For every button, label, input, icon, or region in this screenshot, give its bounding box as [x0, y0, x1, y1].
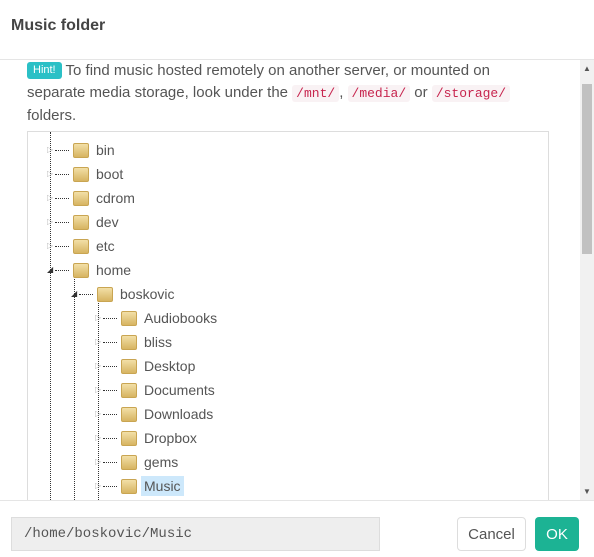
- collapse-icon[interactable]: ◢: [47, 266, 53, 274]
- tree-item[interactable]: ▷ Dropbox: [95, 426, 200, 450]
- tree-connector: [55, 269, 69, 271]
- folder-icon: [73, 238, 89, 254]
- expand-icon[interactable]: ▷: [95, 338, 101, 346]
- tree-connector: [103, 413, 117, 415]
- folder-icon: [97, 286, 113, 302]
- expand-icon[interactable]: ▷: [95, 362, 101, 370]
- tree-item-label: boot: [96, 166, 124, 182]
- expand-icon[interactable]: ▷: [95, 482, 101, 490]
- tree-item-label: Desktop: [144, 358, 196, 374]
- hint-text: Hint! To find music hosted remotely on a…: [27, 60, 547, 127]
- tree-connector: [103, 389, 117, 391]
- tree-item[interactable]: ▷ boot: [47, 162, 126, 186]
- tree-connector: [55, 221, 69, 223]
- tree-connector: [103, 317, 117, 319]
- folder-icon: [73, 262, 89, 278]
- tree-item[interactable]: ▷ gems: [95, 450, 181, 474]
- tree-item[interactable]: ▷ Music: [95, 474, 184, 498]
- scroll-up-icon[interactable]: ▲: [583, 64, 591, 73]
- tree-item[interactable]: ▷ Downloads: [95, 402, 216, 426]
- tree-connector: [55, 149, 69, 151]
- scroll-down-icon[interactable]: ▼: [583, 487, 591, 496]
- tree-item-label: Dropbox: [144, 430, 197, 446]
- dialog-title: Music folder: [11, 17, 106, 34]
- tree-connector: [103, 437, 117, 439]
- tree-item-label: dev: [96, 214, 119, 230]
- folder-icon: [121, 406, 137, 422]
- tree-item[interactable]: ◢ boskovic: [71, 282, 177, 306]
- tree-item[interactable]: ▷ bin: [47, 138, 118, 162]
- tree-item[interactable]: ▷ cdrom: [47, 186, 138, 210]
- tree-connector: [103, 461, 117, 463]
- tree-item-label: home: [96, 262, 132, 278]
- folder-icon: [121, 310, 137, 326]
- tree-connector: [103, 485, 117, 487]
- hint-badge: Hint!: [27, 62, 62, 79]
- tree-item[interactable]: ▷ etc: [47, 234, 118, 258]
- tree-item-label: boskovic: [120, 286, 175, 302]
- expand-icon[interactable]: ▷: [95, 434, 101, 442]
- tree-item-label: Audiobooks: [144, 310, 218, 326]
- scrollbar[interactable]: ▲ ▼: [580, 60, 594, 500]
- tree-item-label: etc: [96, 238, 115, 254]
- tree-item[interactable]: ▷ dev: [47, 210, 122, 234]
- tree-connector: [55, 245, 69, 247]
- folder-icon: [73, 166, 89, 182]
- tree-item-label: Downloads: [144, 406, 214, 422]
- tree-guide-line: [74, 276, 75, 500]
- tree-item-label: gems: [144, 454, 179, 470]
- tree-item-label: Documents: [144, 382, 215, 398]
- tree-item[interactable]: ▷ Documents: [95, 378, 218, 402]
- folder-icon: [121, 454, 137, 470]
- folder-icon: [121, 382, 137, 398]
- folder-icon: [73, 214, 89, 230]
- selected-path-field[interactable]: /home/boskovic/Music: [11, 517, 380, 551]
- folder-icon: [121, 430, 137, 446]
- tree-item-label: bliss: [144, 334, 173, 350]
- expand-icon[interactable]: ▷: [47, 218, 53, 226]
- tree-item[interactable]: ◢ home: [47, 258, 134, 282]
- ok-button[interactable]: OK: [535, 517, 579, 551]
- tree-connector: [55, 173, 69, 175]
- tree-item-label: cdrom: [96, 190, 135, 206]
- folder-icon: [121, 334, 137, 350]
- collapse-icon[interactable]: ◢: [71, 290, 77, 298]
- tree-item[interactable]: ▷ bliss: [95, 330, 175, 354]
- expand-icon[interactable]: ▷: [47, 242, 53, 250]
- expand-icon[interactable]: ▷: [95, 314, 101, 322]
- tree-item-label: bin: [96, 142, 115, 158]
- folder-icon: [73, 190, 89, 206]
- folder-icon: [73, 142, 89, 158]
- scrollbar-thumb[interactable]: [582, 84, 592, 254]
- expand-icon[interactable]: ▷: [47, 194, 53, 202]
- tree-item[interactable]: ▷ Audiobooks: [95, 306, 220, 330]
- expand-icon[interactable]: ▷: [95, 410, 101, 418]
- tree-item-label: Music: [141, 476, 184, 496]
- expand-icon[interactable]: ▷: [95, 386, 101, 394]
- expand-icon[interactable]: ▷: [47, 146, 53, 154]
- tree-connector: [103, 365, 117, 367]
- tree-connector: [103, 341, 117, 343]
- expand-icon[interactable]: ▷: [47, 170, 53, 178]
- tree-item[interactable]: ▷ Desktop: [95, 354, 198, 378]
- folder-icon: [121, 478, 137, 494]
- folder-tree[interactable]: ▷ bin ▷ boot ▷ cdrom ▷ dev ▷ etc ◢ home ◢ boskovic ▷ Au…: [27, 131, 549, 500]
- expand-icon[interactable]: ▷: [95, 458, 101, 466]
- dialog-footer: /home/boskovic/Music Cancel OK: [0, 500, 594, 557]
- cancel-button[interactable]: Cancel: [457, 517, 526, 551]
- dialog-header: Music folder: [0, 0, 594, 60]
- tree-connector: [79, 293, 93, 295]
- folder-icon: [121, 358, 137, 374]
- tree-connector: [55, 197, 69, 199]
- dialog-body: Hint! To find music hosted remotely on a…: [0, 60, 594, 500]
